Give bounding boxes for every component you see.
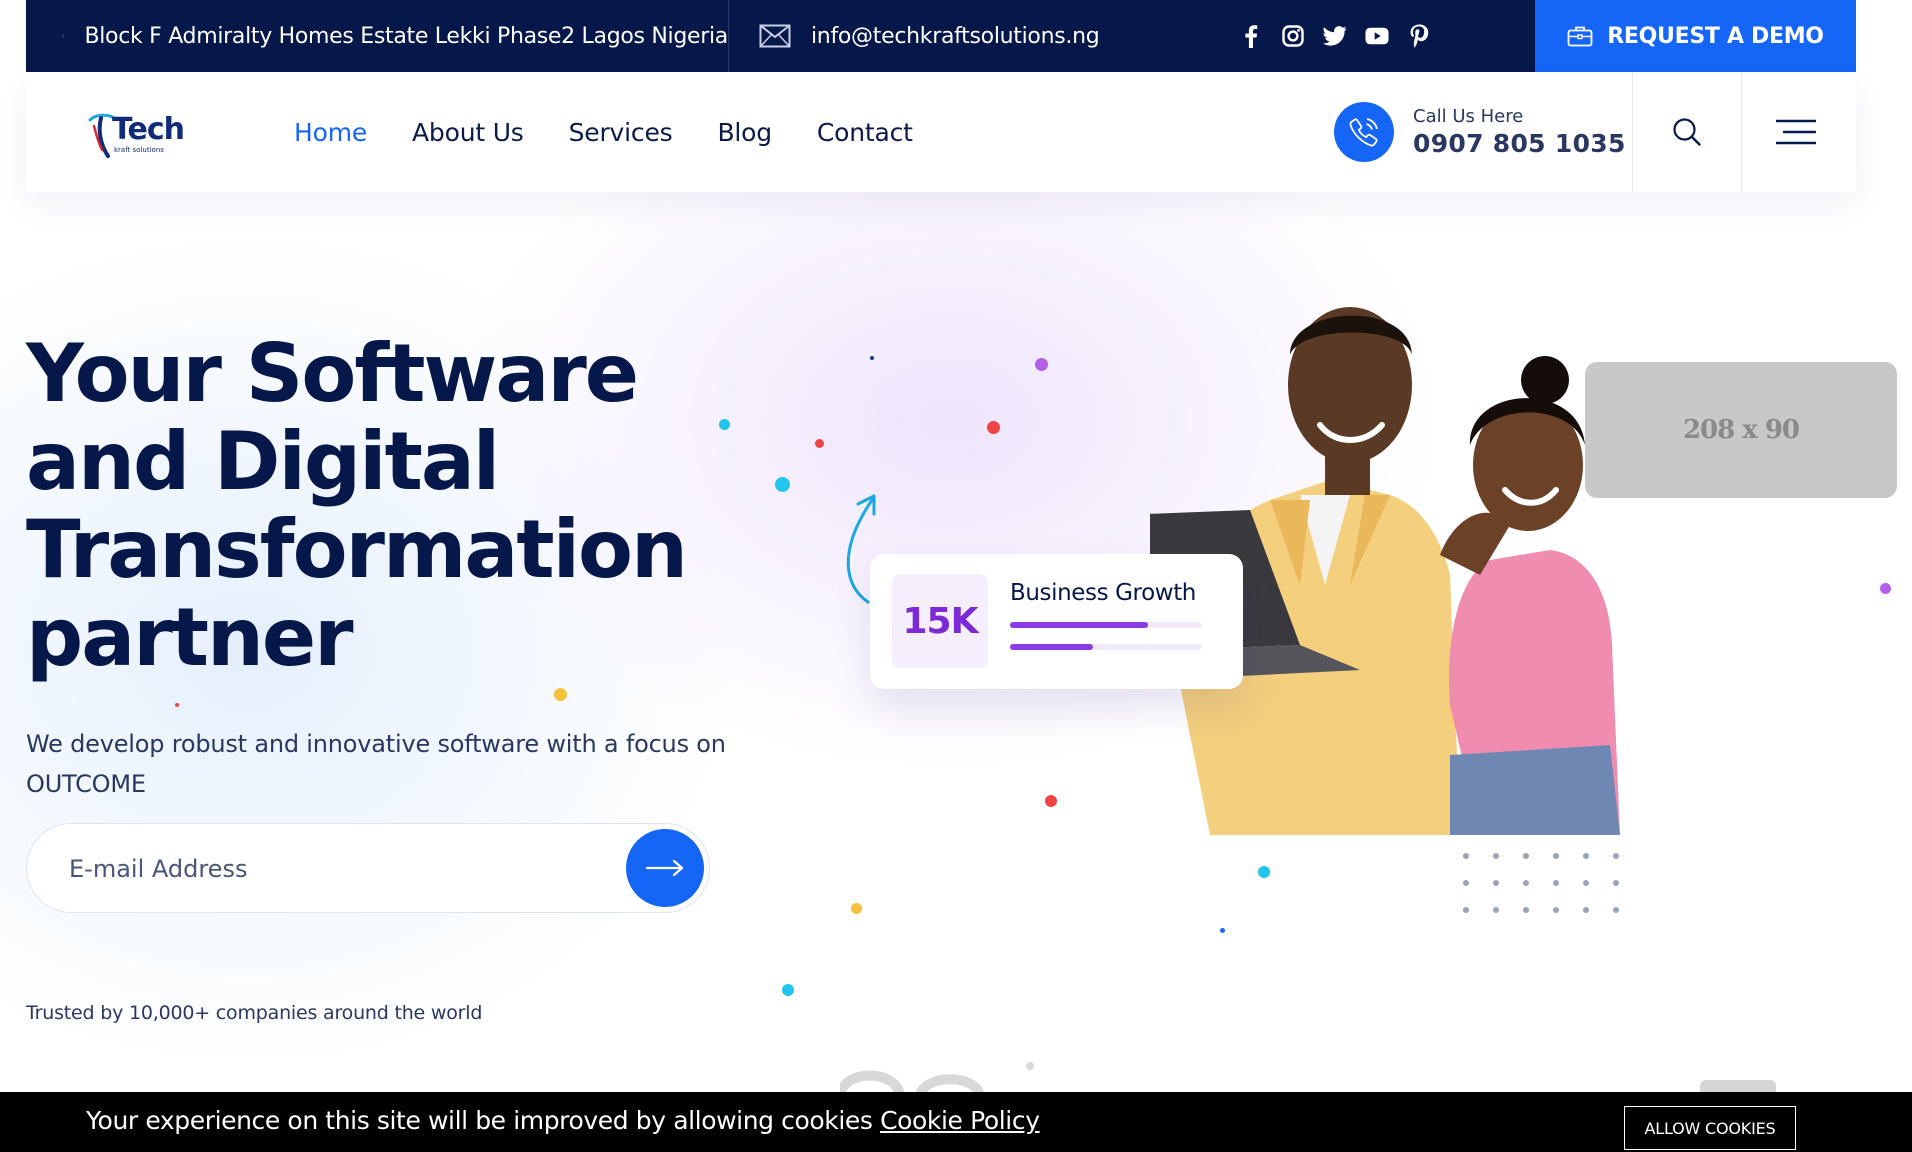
call-number[interactable]: 0907 805 1035	[1413, 129, 1626, 158]
nav-item-home[interactable]: Home	[294, 118, 367, 147]
menu-button[interactable]	[1742, 72, 1850, 192]
cookie-banner: Your experience on this site will be imp…	[0, 1092, 1912, 1152]
ad-placeholder[interactable]: 208 x 90	[1585, 362, 1897, 498]
search-icon	[1673, 118, 1701, 146]
trusted-text: Trusted by 10,000+ companies around the …	[26, 1002, 483, 1024]
decor-dot	[1045, 795, 1057, 807]
top-bar: Block F Admiralty Homes Estate Lekki Pha…	[26, 0, 1856, 72]
decor-dot	[719, 419, 730, 430]
main-navbar: Tech kraft solutions Home About Us Servi…	[26, 72, 1856, 192]
youtube-icon[interactable]	[1365, 24, 1389, 48]
cookie-message: Your experience on this site will be imp…	[86, 1106, 1040, 1135]
decor-dot	[1258, 866, 1270, 878]
instagram-icon[interactable]	[1281, 24, 1305, 48]
phone-icon	[1334, 102, 1394, 162]
arrow-right-icon	[645, 859, 684, 877]
email-input[interactable]	[69, 849, 589, 889]
growth-bar	[1010, 644, 1093, 650]
email-text[interactable]: info@techkraftsolutions.ng	[811, 24, 1100, 49]
logo-wordmark: Tech	[112, 112, 185, 147]
growth-bar	[1010, 622, 1149, 628]
hero-title-line: and Digital	[26, 415, 500, 508]
decor-dot	[775, 477, 790, 492]
growth-title: Business Growth	[1010, 580, 1196, 606]
decor-dot	[175, 703, 179, 707]
cookie-policy-link[interactable]: Cookie Policy	[880, 1106, 1040, 1135]
page: Block F Admiralty Homes Estate Lekki Pha…	[0, 0, 1912, 1152]
search-button[interactable]	[1633, 72, 1741, 192]
decor-dot	[1035, 358, 1048, 371]
dot-grid-pattern	[1463, 853, 1619, 913]
call-text: Call Us Here 0907 805 1035	[1413, 106, 1626, 158]
logo-subtitle: kraft solutions	[114, 146, 164, 154]
pinterest-icon[interactable]	[1407, 24, 1431, 48]
social-links	[1239, 24, 1431, 48]
hero-title: Your Software and Digital Transformation…	[26, 330, 766, 682]
newsletter-form	[26, 823, 710, 913]
topbar-email[interactable]: info@techkraftsolutions.ng	[729, 0, 1209, 72]
decor-dot	[870, 356, 874, 360]
hamburger-menu-icon	[1776, 119, 1816, 145]
topbar-address: Block F Admiralty Homes Estate Lekki Pha…	[26, 0, 729, 72]
decor-dot	[815, 439, 824, 448]
nav-menu: Home About Us Services Blog Contact	[294, 72, 913, 192]
growth-bar-track	[1010, 622, 1202, 628]
hero-title-line: Transformation	[26, 503, 688, 596]
mail-icon	[759, 24, 791, 48]
nav-item-services[interactable]: Services	[569, 118, 673, 147]
location-pin-icon	[62, 34, 65, 38]
briefcase-icon	[1567, 26, 1593, 47]
hero-title-line: Your Software	[26, 327, 639, 420]
email-submit-button[interactable]	[626, 829, 704, 907]
request-demo-button[interactable]: REQUEST A DEMO	[1535, 0, 1856, 72]
nav-item-contact[interactable]: Contact	[817, 118, 913, 147]
call-label: Call Us Here	[1413, 106, 1524, 127]
request-demo-label: REQUEST A DEMO	[1607, 23, 1824, 49]
hero-title-line: partner	[26, 591, 354, 684]
decor-dot	[782, 984, 794, 996]
decor-dot	[1880, 583, 1891, 594]
business-growth-card: 15K Business Growth	[870, 554, 1243, 689]
cookie-text: Your experience on this site will be imp…	[86, 1106, 881, 1135]
decor-dot	[987, 421, 1000, 434]
facebook-icon[interactable]	[1239, 24, 1263, 48]
decor-dot	[554, 688, 567, 701]
address-text: Block F Admiralty Homes Estate Lekki Pha…	[84, 23, 728, 49]
decor-dot	[1220, 928, 1225, 933]
growth-value: 15K	[892, 574, 988, 668]
growth-bar-track	[1010, 644, 1202, 650]
decor-dot	[851, 903, 862, 914]
brand-logo[interactable]: Tech kraft solutions	[84, 112, 194, 160]
hero-subtitle: We develop robust and innovative softwar…	[26, 730, 726, 798]
nav-item-about[interactable]: About Us	[412, 118, 524, 147]
twitter-icon[interactable]	[1323, 24, 1347, 48]
call-us[interactable]: Call Us Here 0907 805 1035	[1334, 102, 1626, 162]
allow-cookies-button[interactable]: ALLOW COOKIES	[1624, 1106, 1796, 1150]
nav-item-blog[interactable]: Blog	[717, 118, 772, 147]
